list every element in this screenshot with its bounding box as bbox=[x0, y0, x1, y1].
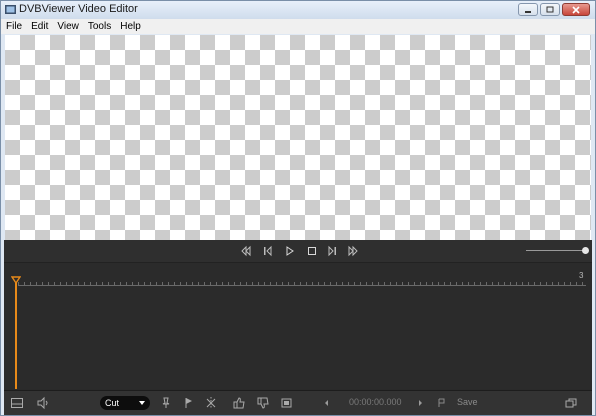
flag-outline-icon bbox=[438, 398, 445, 407]
layout-toggle-button[interactable] bbox=[10, 396, 24, 410]
editor-panel: 3 Cut 00:00:00.000 Save bbox=[4, 240, 592, 415]
minimize-button[interactable] bbox=[518, 3, 538, 16]
cut-mode-dropdown[interactable]: Cut bbox=[100, 396, 150, 410]
keep-segment-button[interactable] bbox=[232, 396, 246, 410]
flag-icon bbox=[185, 398, 192, 408]
menu-help[interactable]: Help bbox=[115, 21, 145, 32]
step-forward-icon bbox=[328, 245, 336, 257]
speaker-icon bbox=[37, 396, 48, 410]
transport-bar bbox=[4, 240, 592, 263]
marker-flag-button[interactable] bbox=[182, 396, 196, 410]
set-marker-button[interactable] bbox=[159, 396, 173, 410]
zoom-slider-track[interactable] bbox=[526, 250, 584, 251]
save-button[interactable]: Save bbox=[457, 397, 478, 407]
menu-file[interactable]: File bbox=[1, 21, 26, 32]
volume-button[interactable] bbox=[36, 396, 50, 410]
menu-bar: File Edit View Tools Help bbox=[1, 19, 595, 34]
close-button[interactable] bbox=[562, 3, 590, 16]
cut-mode-value: Cut bbox=[105, 398, 120, 408]
restore-icon bbox=[546, 6, 554, 13]
timeline-end-marker: 3 bbox=[579, 271, 584, 280]
video-preview[interactable] bbox=[5, 35, 591, 241]
segment-list-button[interactable] bbox=[280, 396, 294, 410]
step-back-icon bbox=[264, 245, 272, 257]
fullscreen-button[interactable] bbox=[564, 396, 578, 410]
skip-back-icon bbox=[241, 245, 251, 257]
thumbs-up-icon bbox=[233, 397, 245, 409]
restore-button[interactable] bbox=[540, 3, 560, 16]
cut-marker-icon bbox=[206, 397, 216, 409]
window-title: DVBViewer Video Editor bbox=[19, 3, 138, 15]
close-icon bbox=[572, 5, 580, 14]
segments-icon bbox=[281, 398, 292, 408]
next-frame-button[interactable] bbox=[326, 245, 338, 257]
remove-marker-button[interactable] bbox=[204, 396, 218, 410]
minimize-icon bbox=[525, 10, 531, 13]
title-bar[interactable]: DVBViewer Video Editor bbox=[1, 1, 595, 19]
stop-button[interactable] bbox=[306, 245, 318, 257]
app-icon bbox=[5, 5, 16, 14]
playhead-line[interactable] bbox=[15, 283, 17, 389]
menu-tools[interactable]: Tools bbox=[83, 21, 115, 32]
discard-segment-button[interactable] bbox=[256, 396, 270, 410]
pin-icon bbox=[162, 397, 170, 408]
play-icon bbox=[286, 246, 294, 256]
previous-frame-button[interactable] bbox=[262, 245, 274, 257]
bottom-toolbar: Cut 00:00:00.000 Save bbox=[4, 390, 592, 415]
bookmark-button[interactable] bbox=[435, 396, 449, 410]
play-button[interactable] bbox=[284, 245, 296, 257]
thumbs-down-icon bbox=[257, 397, 269, 409]
zoom-slider-handle[interactable] bbox=[582, 247, 589, 254]
go-to-end-button[interactable] bbox=[347, 245, 359, 257]
time-readout: 00:00:00.000 bbox=[349, 397, 402, 407]
previous-cut-button[interactable] bbox=[320, 396, 334, 410]
timeline[interactable]: 3 bbox=[4, 263, 592, 389]
caret-left-icon bbox=[325, 400, 328, 406]
panel-layout-icon bbox=[11, 398, 23, 408]
menu-view[interactable]: View bbox=[52, 21, 83, 32]
skip-forward-icon bbox=[348, 245, 358, 257]
go-to-start-button[interactable] bbox=[240, 245, 252, 257]
timeline-ruler bbox=[18, 282, 586, 286]
menu-edit[interactable]: Edit bbox=[26, 21, 52, 32]
caret-right-icon bbox=[419, 400, 422, 406]
stop-icon bbox=[308, 247, 316, 255]
chevron-down-icon bbox=[139, 401, 145, 405]
window-expand-icon bbox=[565, 398, 577, 408]
next-cut-button[interactable] bbox=[413, 396, 427, 410]
window-controls bbox=[516, 3, 590, 16]
